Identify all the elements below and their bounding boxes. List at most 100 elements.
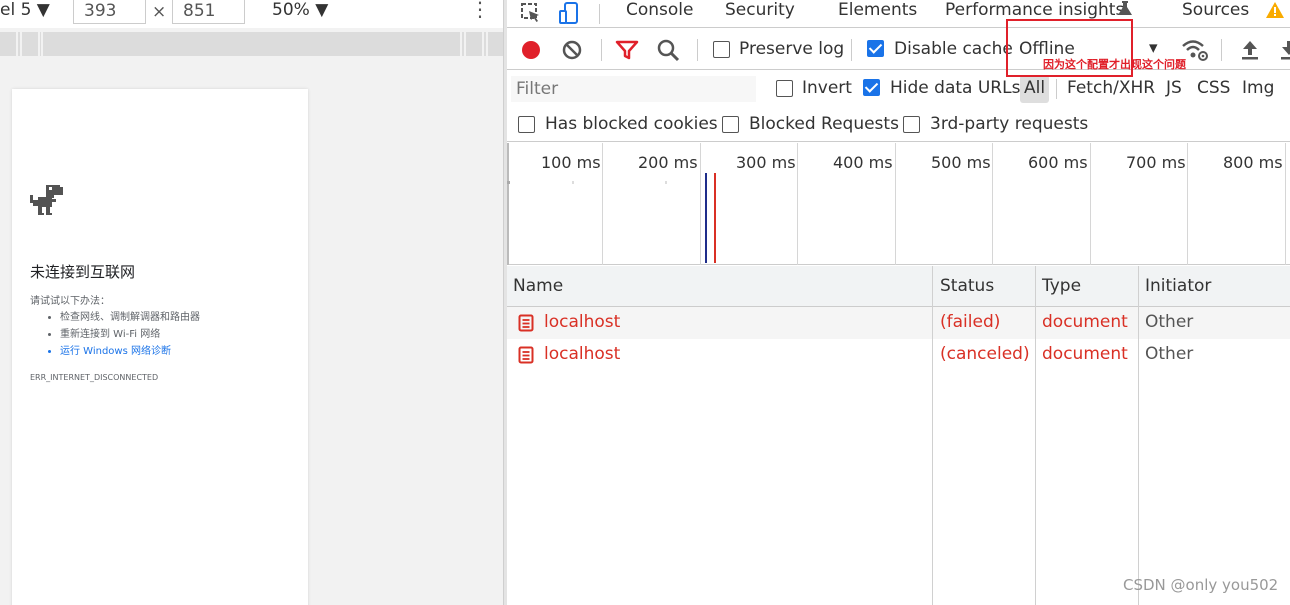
zoom-select[interactable]: 50% ▼	[272, 0, 328, 20]
timeline-tick	[1285, 143, 1286, 265]
record-icon[interactable]	[520, 39, 542, 61]
request-name: localhost	[544, 312, 621, 332]
timeline-tick	[992, 143, 993, 265]
disable-cache-checkbox[interactable]	[867, 40, 884, 57]
timeline-tick	[700, 143, 701, 265]
timeline-tick	[797, 143, 798, 265]
filter-input[interactable]	[511, 76, 756, 102]
column-status-header[interactable]: Status	[940, 276, 994, 296]
device-toolbar: el 5 ▼ 393 × 851 50% ▼ ⋮	[0, 0, 503, 28]
timeline-tick-label: 100 ms	[541, 153, 601, 172]
error-try-label: 请试试以下办法：	[30, 296, 110, 307]
error-code: ERR_INTERNET_DISCONNECTED	[30, 373, 159, 382]
warning-icon[interactable]	[1265, 1, 1285, 19]
watermark: CSDN @only you502	[1123, 576, 1279, 594]
timeline-tick-label: 400 ms	[833, 153, 893, 172]
filter-bar: Invert Hide data URLs All Fetch/XHR JS C…	[507, 71, 1290, 107]
devtools-panel: Console Security Elements Performance in…	[507, 0, 1290, 605]
flask-icon	[1118, 1, 1132, 15]
request-type: document	[1042, 312, 1128, 332]
column-name-header[interactable]: Name	[513, 276, 563, 296]
type-filter-img[interactable]: Img	[1242, 78, 1274, 98]
timeline-tick	[602, 143, 603, 265]
device-toggle-icon[interactable]	[559, 2, 581, 26]
request-name: localhost	[544, 344, 621, 364]
invert-label: Invert	[802, 78, 852, 98]
request-table-header: Name Status Type Initiator	[507, 266, 1290, 307]
search-icon[interactable]	[656, 38, 680, 62]
timeline-tick-label: 200 ms	[638, 153, 698, 172]
tab-sources[interactable]: Sources	[1182, 0, 1249, 20]
preserve-log-checkbox[interactable]	[713, 41, 730, 58]
timeline-tick	[1090, 143, 1091, 265]
timeline-overview[interactable]: 100 ms 200 ms 300 ms 400 ms 500 ms 600 m…	[507, 143, 1290, 265]
request-initiator: Other	[1145, 344, 1194, 364]
list-item: 重新连接到 Wi-Fi 网络	[60, 326, 200, 343]
column-type-header[interactable]: Type	[1042, 276, 1081, 296]
load-event-marker	[714, 173, 716, 263]
type-filter-css[interactable]: CSS	[1197, 78, 1230, 98]
list-item: 检查网线、调制解调器和路由器	[60, 309, 200, 326]
clear-icon[interactable]	[561, 39, 583, 61]
separator	[1056, 79, 1057, 99]
blocked-requests-label: Blocked Requests	[749, 114, 899, 134]
has-blocked-cookies-checkbox[interactable]	[518, 116, 535, 133]
third-party-requests-checkbox[interactable]	[903, 116, 920, 133]
diagnostics-link[interactable]: 运行 Windows 网络诊断	[60, 343, 200, 360]
media-query-ruler[interactable]	[0, 32, 503, 56]
suggestion-list: 检查网线、调制解调器和路由器 重新连接到 Wi-Fi 网络 运行 Windows…	[48, 309, 200, 360]
tab-performance-insights[interactable]: Performance insights	[945, 0, 1124, 20]
type-filter-fetch-xhr[interactable]: Fetch/XHR	[1067, 78, 1155, 98]
hide-data-urls-checkbox[interactable]	[863, 79, 880, 96]
type-filter-js[interactable]: JS	[1166, 78, 1182, 98]
blocked-requests-checkbox[interactable]	[722, 116, 739, 133]
dom-content-loaded-marker	[705, 173, 707, 263]
inspect-element-icon[interactable]	[520, 2, 542, 24]
width-input[interactable]: 393	[73, 0, 146, 24]
third-party-requests-label: 3rd-party requests	[930, 114, 1089, 134]
separator	[1221, 39, 1222, 61]
times-glyph: ×	[152, 2, 167, 22]
request-status: (failed)	[940, 312, 1001, 332]
document-icon	[518, 346, 534, 364]
import-har-icon[interactable]	[1240, 39, 1260, 61]
disable-cache-label: Disable cache	[894, 39, 1013, 59]
column-initiator-header[interactable]: Initiator	[1145, 276, 1211, 296]
preserve-log-label: Preserve log	[739, 39, 845, 59]
hide-data-urls-label: Hide data URLs	[890, 78, 1021, 98]
device-select[interactable]: el 5 ▼	[0, 0, 50, 20]
chevron-down-icon[interactable]: ▾	[1149, 38, 1158, 58]
column-divider[interactable]	[1035, 266, 1036, 605]
column-divider[interactable]	[1138, 266, 1139, 605]
tab-security[interactable]: Security	[725, 0, 795, 20]
timeline-tick	[895, 143, 896, 265]
column-divider[interactable]	[932, 266, 933, 605]
error-title: 未连接到互联网	[30, 263, 136, 281]
table-row[interactable]: localhost (canceled) document Other	[507, 339, 1290, 371]
blocked-filter-bar: Has blocked cookies Blocked Requests 3rd…	[507, 108, 1290, 142]
height-input[interactable]: 851	[172, 0, 245, 24]
dino-icon	[30, 185, 63, 215]
request-type: document	[1042, 344, 1128, 364]
has-blocked-cookies-label: Has blocked cookies	[545, 114, 718, 134]
export-har-icon[interactable]	[1279, 39, 1290, 61]
devtools-tabbar: Console Security Elements Performance in…	[507, 0, 1290, 28]
separator	[851, 39, 852, 61]
invert-checkbox[interactable]	[776, 80, 793, 97]
separator	[697, 39, 698, 61]
table-row[interactable]: localhost (failed) document Other	[507, 307, 1290, 339]
timeline-tick	[1187, 143, 1188, 265]
type-filter-all[interactable]: All	[1020, 75, 1050, 103]
tab-elements[interactable]: Elements	[838, 0, 917, 20]
more-options-icon[interactable]: ⋮	[470, 0, 490, 19]
request-initiator: Other	[1145, 312, 1194, 332]
timeline-tick-label: 800 ms	[1223, 153, 1283, 172]
emulated-viewport: 未连接到互联网 请试试以下办法： 检查网线、调制解调器和路由器 重新连接到 Wi…	[12, 89, 308, 605]
filter-icon[interactable]	[615, 39, 639, 61]
timeline-tick-label: 600 ms	[1028, 153, 1088, 172]
annotation-text: 因为这个配置才出现这个问题	[1043, 58, 1186, 71]
tab-console[interactable]: Console	[626, 0, 694, 20]
timeline-tick-label: 700 ms	[1126, 153, 1186, 172]
separator	[599, 4, 600, 24]
separator	[601, 39, 602, 61]
